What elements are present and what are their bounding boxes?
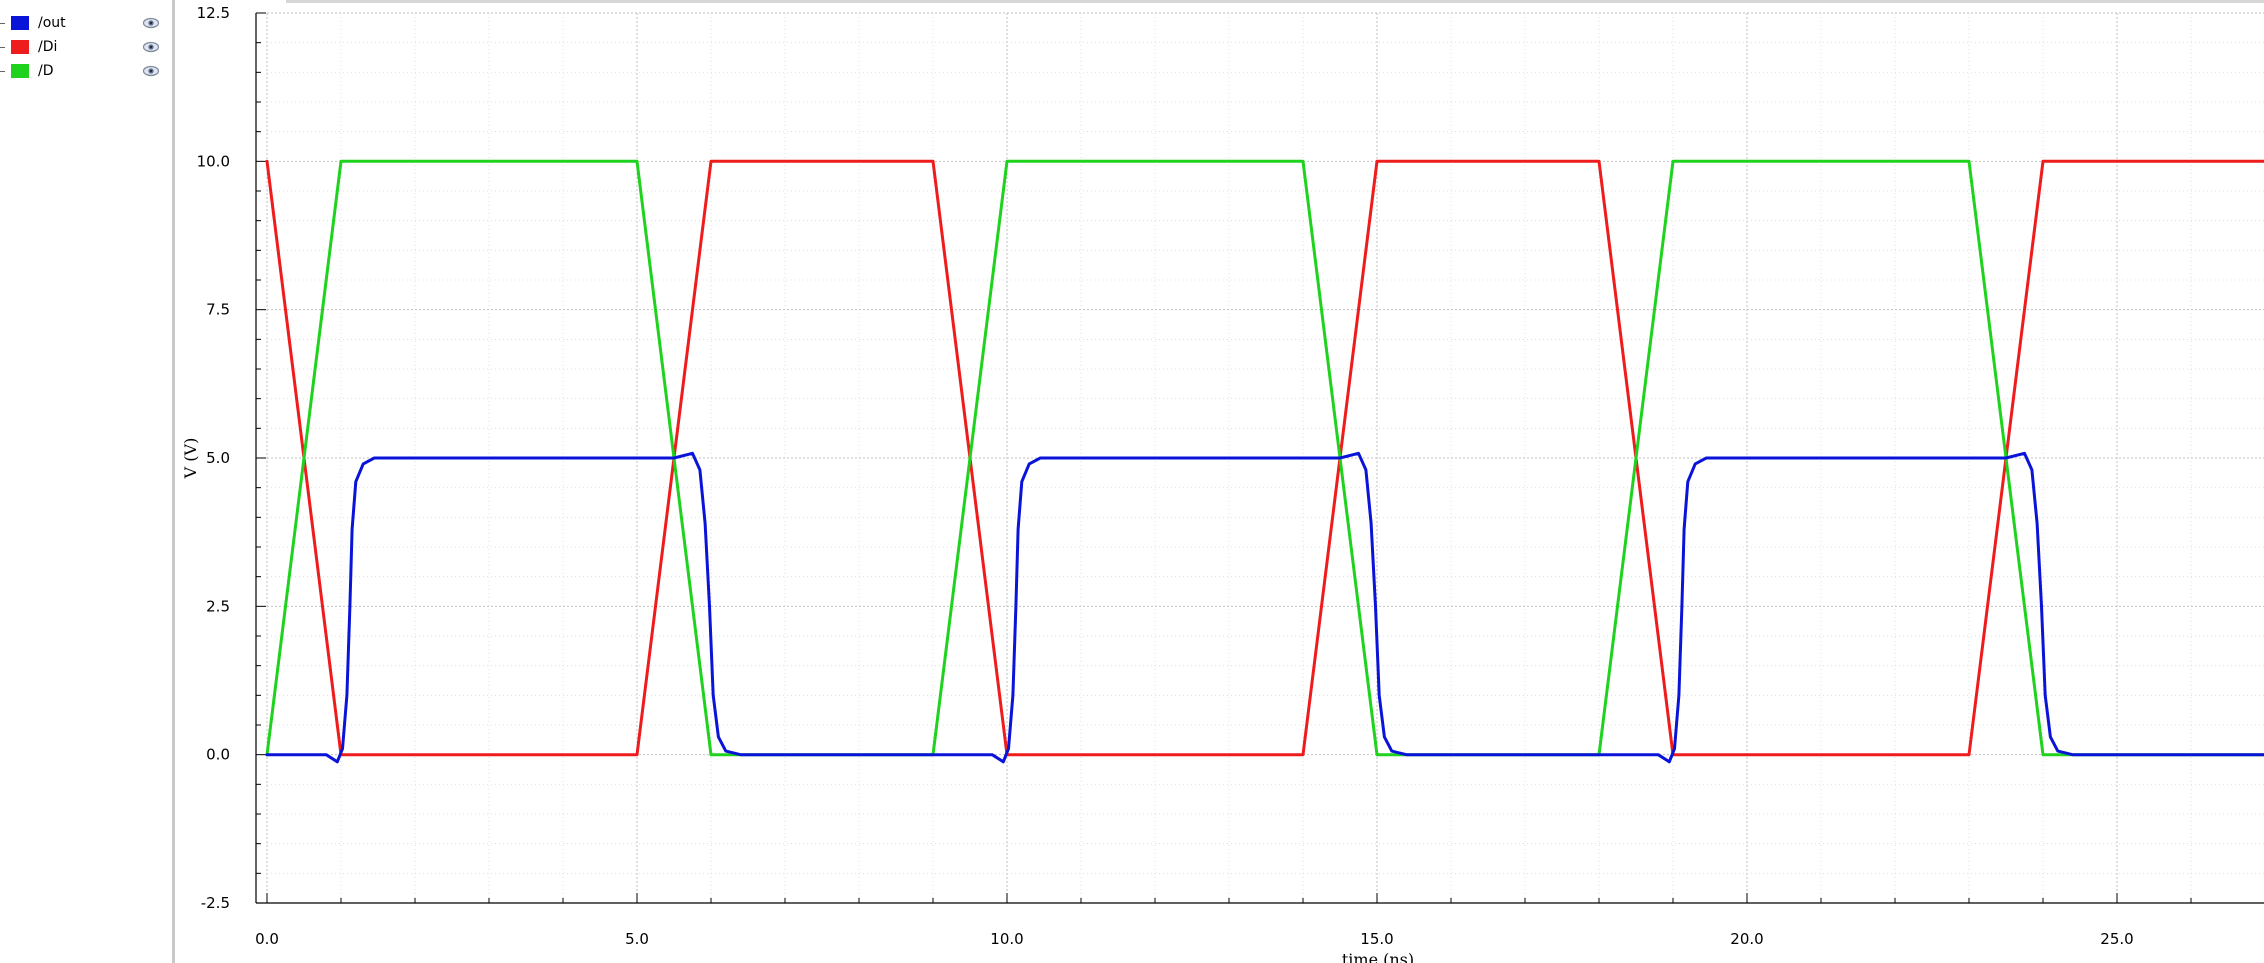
x-tick-label: 25.0 <box>2100 930 2133 948</box>
series-line-out <box>265 451 2264 764</box>
y-tick-label: 2.5 <box>206 597 230 615</box>
y-tick-label: 10.0 <box>197 152 230 170</box>
y-tick-label: 0.0 <box>206 746 230 764</box>
series-layer <box>265 159 2264 764</box>
x-tick-label: 10.0 <box>990 930 1023 948</box>
y-tick-label: -2.5 <box>201 894 230 912</box>
x-tick-label: 20.0 <box>1730 930 1763 948</box>
y-axis-title: V (V) <box>181 438 200 480</box>
tick-labels: -2.5 0.0 2.5 5.0 7.5 10.0 12.5 0.0 5.0 10.0 15.0 20… <box>197 4 2134 948</box>
top-scroll-strip <box>286 0 2264 3</box>
x-axis-title: time (ns) <box>1342 950 1414 963</box>
waveform-chart[interactable]: -2.5 0.0 2.5 5.0 7.5 10.0 12.5 0.0 5.0 10.0 15.0 20… <box>0 0 2264 963</box>
y-tick-label: 12.5 <box>197 4 230 22</box>
x-tick-label: 0.0 <box>255 930 279 948</box>
y-tick-label: 7.5 <box>206 301 230 319</box>
x-tick-label: 5.0 <box>625 930 649 948</box>
x-tick-label: 15.0 <box>1360 930 1393 948</box>
y-tick-label: 5.0 <box>206 449 230 467</box>
